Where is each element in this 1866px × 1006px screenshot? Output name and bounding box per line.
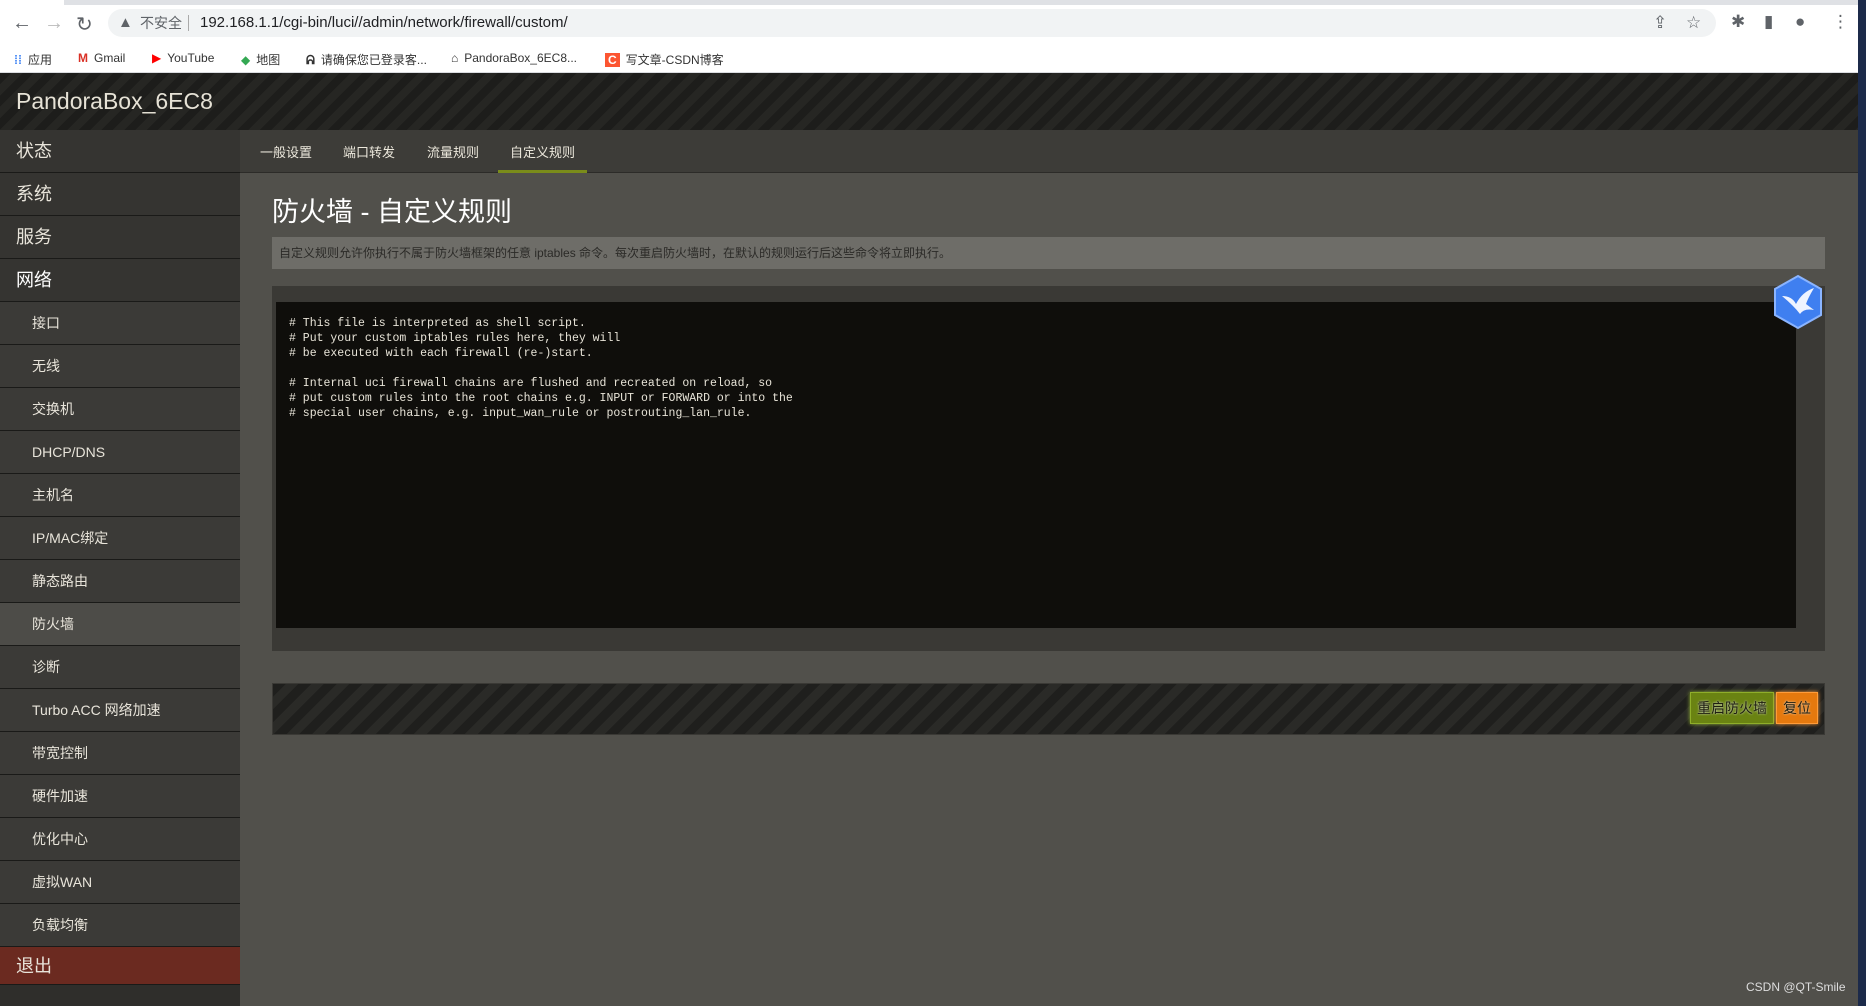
bookmark-login[interactable]: ᕱ 请确保您已登录客... — [306, 51, 427, 68]
bookmark-youtube[interactable]: ▶ YouTube — [152, 51, 214, 65]
gmail-icon: M — [78, 51, 88, 65]
sidebar-item-network[interactable]: 网络 — [0, 259, 240, 302]
sidebar-item-virtual-wan[interactable]: 虚拟WAN — [0, 861, 240, 904]
bookmarks-bar: ⁞⁞ 应用 M Gmail ▶ YouTube ◆ 地图 ᕱ 请确保您已登录客... ⌂ P… — [0, 45, 1858, 73]
reload-icon[interactable]: ↻ — [76, 12, 93, 37]
menu-icon[interactable]: ⋮ — [1832, 12, 1849, 32]
editor-container: # This file is interpreted as shell scri… — [272, 286, 1825, 651]
browser-chrome: ← → ↻ ▲ 不安全 192.168.1.1/cgi-bin/luci//ad… — [0, 0, 1858, 73]
tab-traffic-rules[interactable]: 流量规则 — [427, 142, 479, 161]
restart-firewall-button[interactable]: 重启防火墙 — [1690, 692, 1774, 724]
apps-icon: ⁞⁞ — [14, 53, 22, 67]
router-icon: ⌂ — [451, 51, 459, 65]
youtube-icon: ▶ — [152, 51, 162, 65]
page-title: 防火墙 - 自定义规则 — [272, 197, 512, 227]
sidebar-item-diagnostics[interactable]: 诊断 — [0, 646, 240, 689]
csdn-icon: C — [605, 53, 620, 67]
forward-icon[interactable]: → — [44, 12, 64, 35]
extensions-icon[interactable]: ✱ — [1731, 12, 1745, 32]
tab-bar: 一般设置 端口转发 流量规则 自定义规则 — [240, 130, 1858, 173]
sidebar-item-static-routes[interactable]: 静态路由 — [0, 560, 240, 603]
warning-icon: ▲ — [118, 14, 133, 31]
sidebar-item-ip-mac-binding[interactable]: IP/MAC绑定 — [0, 517, 240, 560]
maps-icon: ◆ — [241, 53, 251, 67]
sidebar-item-switch[interactable]: 交换机 — [0, 388, 240, 431]
sidebar-item-services[interactable]: 服务 — [0, 216, 240, 259]
sidebar-item-dhcp-dns[interactable]: DHCP/DNS — [0, 431, 240, 474]
main-content: 一般设置 端口转发 流量规则 自定义规则 防火墙 - 自定义规则 自定义规则允许… — [240, 130, 1858, 1006]
custom-rules-editor[interactable]: # This file is interpreted as shell scri… — [276, 302, 1796, 628]
sidebar-item-status[interactable]: 状态 — [0, 130, 240, 173]
xunlei-bird-icon[interactable] — [1772, 274, 1824, 330]
sidebar-item-system[interactable]: 系统 — [0, 173, 240, 216]
sidebar-item-wireless[interactable]: 无线 — [0, 345, 240, 388]
bookmark-pandorabox[interactable]: ⌂ PandoraBox_6EC8... — [451, 51, 577, 65]
bookmark-maps[interactable]: ◆ 地图 — [241, 51, 280, 68]
sidebar-item-hw-accel[interactable]: 硬件加速 — [0, 775, 240, 818]
sidebar-item-logout[interactable]: 退出 — [0, 947, 240, 985]
sidebar-item-bandwidth[interactable]: 带宽控制 — [0, 732, 240, 775]
brand-title[interactable]: PandoraBox_6EC8 — [16, 88, 213, 115]
action-bar: 重启防火墙 复位 — [272, 683, 1825, 735]
bookmark-csdn[interactable]: C 写文章-CSDN博客 — [605, 51, 724, 68]
bookmark-apps[interactable]: ⁞⁞ 应用 — [14, 51, 52, 68]
watermark: CSDN @QT-Smile — [1746, 980, 1846, 994]
tab-port-forward[interactable]: 端口转发 — [343, 142, 395, 161]
page-description: 自定义规则允许你执行不属于防火墙框架的任意 iptables 命令。每次重启防火… — [272, 237, 1825, 269]
bookmark-gmail[interactable]: M Gmail — [78, 51, 125, 65]
sidebar-item-firewall[interactable]: 防火墙 — [0, 603, 240, 646]
divider — [188, 15, 189, 31]
share-icon[interactable]: ⇪ — [1653, 9, 1667, 37]
sidebar-item-interfaces[interactable]: 接口 — [0, 302, 240, 345]
url-text: 192.168.1.1/cgi-bin/luci//admin/network/… — [200, 14, 568, 31]
login-icon: ᕱ — [306, 53, 315, 67]
back-icon[interactable]: ← — [12, 12, 32, 35]
address-bar[interactable]: ▲ 不安全 192.168.1.1/cgi-bin/luci//admin/ne… — [108, 9, 1716, 37]
reset-button[interactable]: 复位 — [1776, 692, 1818, 724]
sidebar-item-optimization[interactable]: 优化中心 — [0, 818, 240, 861]
star-icon[interactable]: ☆ — [1686, 9, 1701, 37]
tab-strip — [0, 0, 1858, 5]
sidebar-item-load-balance[interactable]: 负载均衡 — [0, 904, 240, 947]
side-panel-icon[interactable]: ▮ — [1764, 12, 1773, 32]
tab-general[interactable]: 一般设置 — [260, 142, 312, 161]
sidebar: 状态 系统 服务 网络 接口 无线 交换机 DHCP/DNS 主机名 IP/MA… — [0, 130, 240, 1006]
profile-icon[interactable]: ● — [1795, 12, 1805, 32]
insecure-label: 不安全 — [140, 15, 182, 31]
browser-tab[interactable] — [0, 0, 64, 5]
app-header: PandoraBox_6EC8 — [0, 73, 1858, 130]
tab-custom-rules[interactable]: 自定义规则 — [498, 142, 588, 173]
sidebar-item-turbo-acc[interactable]: Turbo ACC 网络加速 — [0, 689, 240, 732]
sidebar-item-hostnames[interactable]: 主机名 — [0, 474, 240, 517]
